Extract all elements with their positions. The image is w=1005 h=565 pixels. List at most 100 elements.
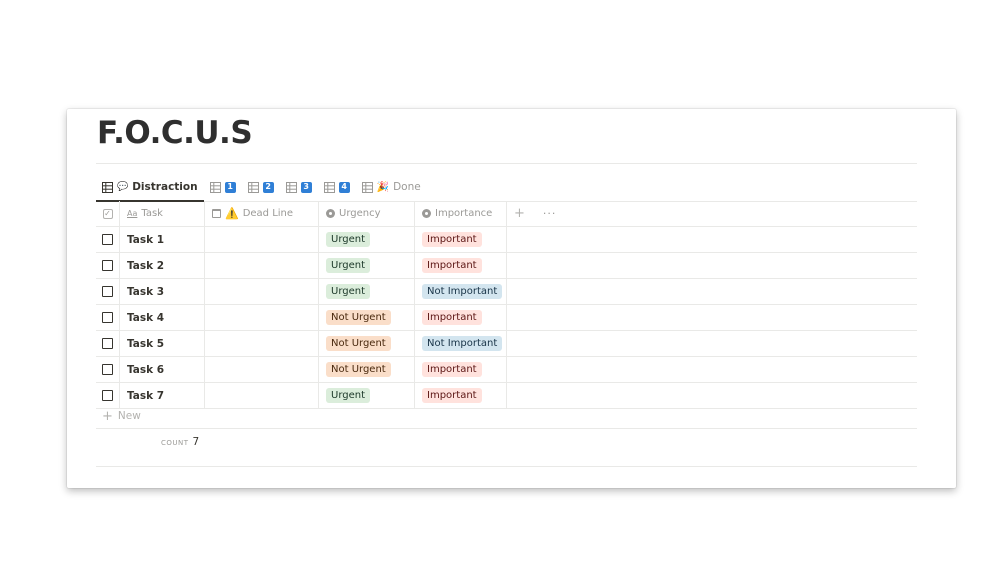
- column-label: Task: [141, 208, 163, 219]
- tab-label: Distraction: [132, 181, 198, 193]
- table-row[interactable]: Task 2 Urgent Important: [96, 253, 917, 279]
- urgency-tag: Not Urgent: [326, 362, 391, 377]
- more-options-button[interactable]: ···: [543, 207, 557, 220]
- row-checkbox[interactable]: [96, 357, 120, 382]
- urgency-cell[interactable]: Urgent: [319, 253, 415, 278]
- table-icon: [102, 181, 113, 193]
- count-summary[interactable]: COUNT 7: [161, 436, 199, 448]
- divider: [96, 163, 917, 164]
- task-cell[interactable]: Task 5: [120, 331, 205, 356]
- urgency-cell[interactable]: Not Urgent: [319, 305, 415, 330]
- party-popper-icon: 🎉: [376, 181, 390, 193]
- database-table: ✓ Aa Task ⚠️ Dead Line Urgency Importanc…: [96, 201, 917, 409]
- empty-cell: [507, 305, 917, 330]
- row-checkbox[interactable]: [96, 253, 120, 278]
- checkbox-icon: [102, 286, 113, 297]
- column-header-dead-line[interactable]: ⚠️ Dead Line: [205, 201, 319, 226]
- tab-label: Done: [393, 181, 421, 193]
- view-tabs: 💬 Distraction 1 2 3 4 🎉 Done: [96, 173, 917, 202]
- add-property-button[interactable]: +: [514, 206, 525, 221]
- column-header-task[interactable]: Aa Task: [120, 201, 205, 226]
- importance-tag: Important: [422, 258, 482, 273]
- column-header-urgency[interactable]: Urgency: [319, 201, 415, 226]
- dead-line-cell[interactable]: [205, 305, 319, 330]
- table-row[interactable]: Task 1 Urgent Important: [96, 227, 917, 253]
- dead-line-cell[interactable]: [205, 279, 319, 304]
- urgency-cell[interactable]: Not Urgent: [319, 357, 415, 382]
- empty-cell: [507, 331, 917, 356]
- row-checkbox[interactable]: [96, 331, 120, 356]
- table-row[interactable]: Task 3 Urgent Not Important: [96, 279, 917, 305]
- checkbox-icon: [102, 312, 113, 323]
- tab-distraction[interactable]: 💬 Distraction: [96, 173, 204, 202]
- column-label: Importance: [435, 208, 493, 219]
- importance-tag: Important: [422, 362, 482, 377]
- row-checkbox[interactable]: [96, 279, 120, 304]
- new-row-button[interactable]: + New: [96, 404, 917, 429]
- urgency-cell[interactable]: Urgent: [319, 279, 415, 304]
- speech-bubble-icon: 💬: [117, 182, 129, 192]
- column-label: Urgency: [339, 208, 381, 219]
- plus-icon: +: [102, 408, 113, 424]
- task-name: Task 4: [127, 311, 165, 324]
- task-cell[interactable]: Task 3: [120, 279, 205, 304]
- urgency-cell[interactable]: Urgent: [319, 227, 415, 252]
- row-checkbox[interactable]: [96, 305, 120, 330]
- table-row[interactable]: Task 6 Not Urgent Important: [96, 357, 917, 383]
- task-cell[interactable]: Task 6: [120, 357, 205, 382]
- tab-2[interactable]: 2: [242, 173, 280, 201]
- empty-cell: [507, 227, 917, 252]
- task-cell[interactable]: Task 4: [120, 305, 205, 330]
- row-checkbox[interactable]: [96, 227, 120, 252]
- table-icon: [285, 181, 297, 193]
- checkbox-icon: [102, 234, 113, 245]
- importance-cell[interactable]: Not Important: [415, 279, 507, 304]
- table-icon: [361, 181, 373, 193]
- number-3-icon: 3: [300, 181, 312, 193]
- checkbox-icon: [102, 364, 113, 375]
- importance-cell[interactable]: Important: [415, 357, 507, 382]
- dead-line-cell[interactable]: [205, 227, 319, 252]
- importance-tag: Important: [422, 232, 482, 247]
- urgency-tag: Urgent: [326, 258, 371, 273]
- page-title: F.O.C.U.S: [97, 115, 253, 151]
- task-name: Task 6: [127, 363, 165, 376]
- table-row[interactable]: Task 4 Not Urgent Important: [96, 305, 917, 331]
- tab-4[interactable]: 4: [318, 173, 356, 201]
- importance-cell[interactable]: Not Important: [415, 331, 507, 356]
- table-header: ✓ Aa Task ⚠️ Dead Line Urgency Importanc…: [96, 201, 917, 227]
- table-row[interactable]: Task 5 Not Urgent Not Important: [96, 331, 917, 357]
- urgency-tag: Not Urgent: [326, 336, 391, 351]
- calendar-icon: [212, 209, 221, 218]
- dead-line-cell[interactable]: [205, 253, 319, 278]
- importance-cell[interactable]: Important: [415, 305, 507, 330]
- dead-line-cell[interactable]: [205, 331, 319, 356]
- urgency-tag: Not Urgent: [326, 310, 391, 325]
- tab-3[interactable]: 3: [280, 173, 318, 201]
- task-cell[interactable]: Task 2: [120, 253, 205, 278]
- divider: [96, 466, 917, 467]
- importance-tag: Important: [422, 310, 482, 325]
- tab-1[interactable]: 1: [204, 173, 242, 201]
- column-header-importance[interactable]: Importance: [415, 201, 507, 226]
- table-icon: [209, 181, 221, 193]
- task-name: Task 7: [127, 389, 165, 402]
- importance-cell[interactable]: Important: [415, 253, 507, 278]
- task-name: Task 3: [127, 285, 165, 298]
- number-4-icon: 4: [338, 181, 350, 193]
- table-icon: [247, 181, 259, 193]
- checkbox-icon: [102, 338, 113, 349]
- warning-icon: ⚠️: [225, 207, 239, 220]
- table-icon: [323, 181, 335, 193]
- task-cell[interactable]: Task 1: [120, 227, 205, 252]
- select-all-checkbox[interactable]: ✓: [96, 201, 120, 226]
- dead-line-cell[interactable]: [205, 357, 319, 382]
- checkbox-icon: [102, 390, 113, 401]
- number-2-icon: 2: [262, 181, 274, 193]
- select-property-icon: [326, 209, 335, 218]
- urgency-cell[interactable]: Not Urgent: [319, 331, 415, 356]
- tab-done[interactable]: 🎉 Done: [356, 173, 427, 201]
- checkbox-icon: ✓: [102, 208, 113, 219]
- number-1-icon: 1: [224, 181, 236, 193]
- importance-cell[interactable]: Important: [415, 227, 507, 252]
